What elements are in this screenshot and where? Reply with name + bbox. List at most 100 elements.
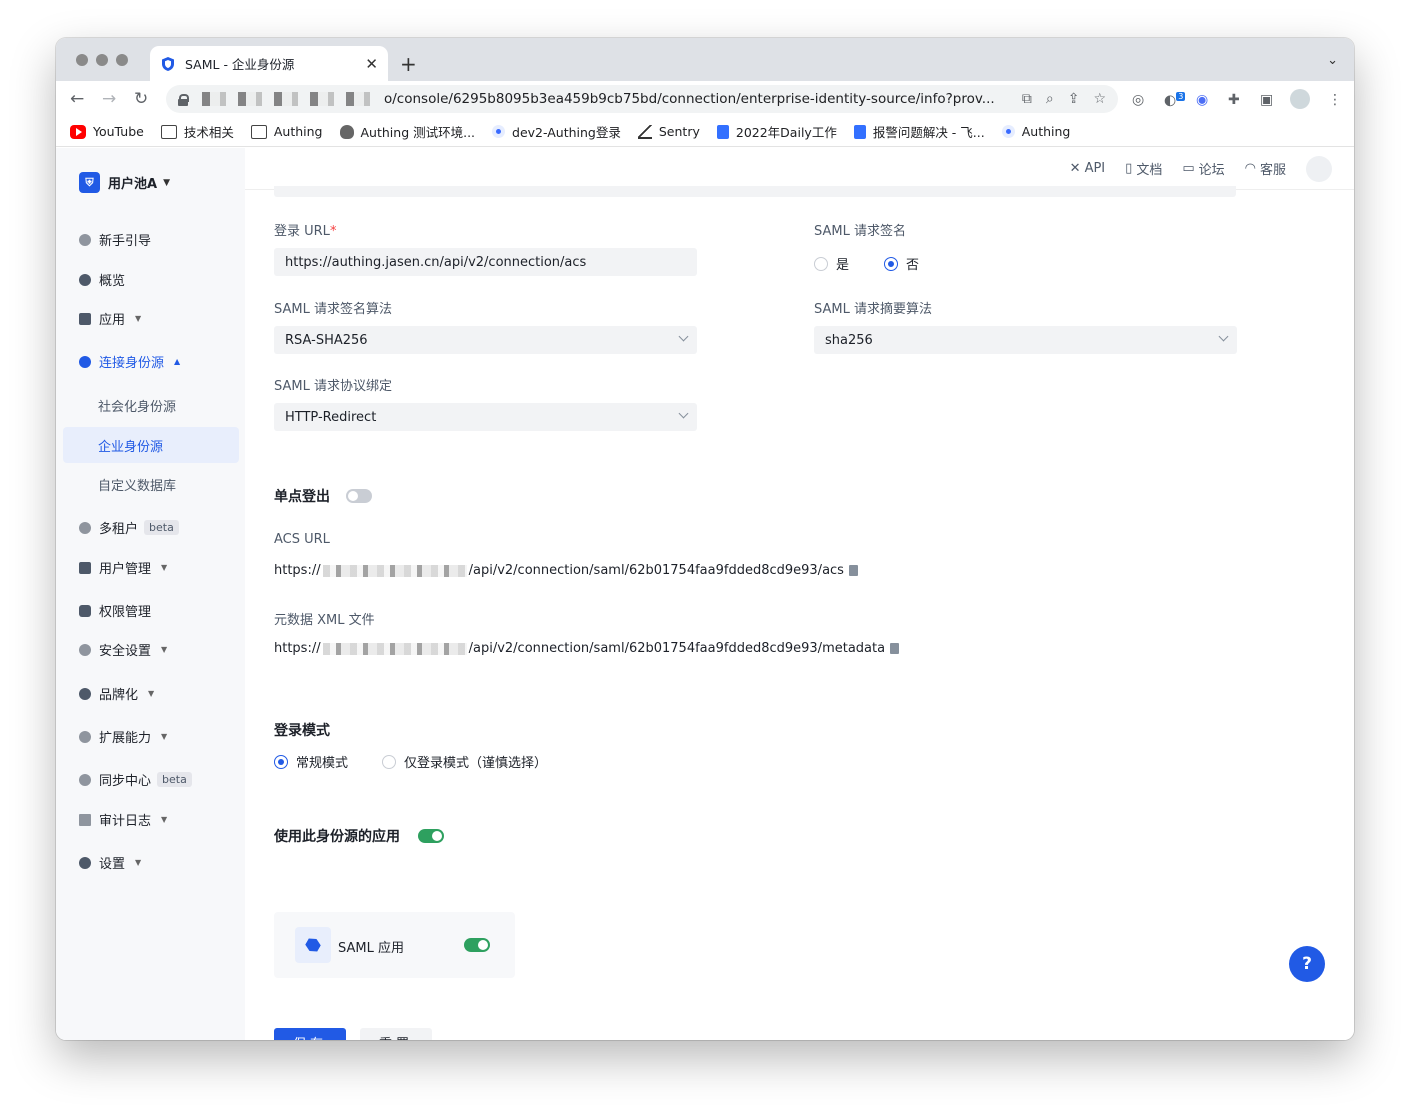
extension-badge: 3	[1176, 92, 1186, 101]
sidepanel-icon[interactable]: ▣	[1260, 92, 1273, 108]
sync-icon	[79, 773, 91, 786]
bookmark-link[interactable]: Authing 测试环境...	[339, 122, 475, 141]
close-icon[interactable]: ✕	[365, 55, 378, 73]
binding-select[interactable]: HTTP-Redirect	[274, 403, 697, 431]
slo-title: 单点登出	[274, 489, 330, 505]
forward-arrow-icon[interactable]: →	[102, 89, 116, 109]
bookmark-link[interactable]: Sentry	[637, 124, 700, 139]
login-url-label: 登录 URL*	[274, 224, 337, 239]
close-window-button[interactable]	[76, 54, 88, 66]
bookmark-folder[interactable]: Authing	[250, 124, 323, 139]
sidebar-item-custom-db[interactable]: 自定义数据库	[56, 475, 245, 494]
doc-icon	[716, 124, 729, 139]
acs-url-value: https:///api/v2/connection/saml/62b01754…	[274, 563, 858, 578]
sidebar-item-enterprise-idp[interactable]: 企业身份源	[63, 427, 239, 463]
log-icon	[79, 813, 91, 826]
more-menu-icon[interactable]: ⋮	[1328, 92, 1342, 108]
digest-algo-select[interactable]: sha256	[814, 326, 1237, 354]
bookmark-link[interactable]: Authing	[1001, 124, 1070, 139]
lock-icon	[79, 604, 91, 617]
sidebar-item-overview[interactable]: 概览	[56, 270, 245, 289]
forum-link[interactable]: ▭ 论坛	[1182, 159, 1224, 178]
sidebar-item-audit-log[interactable]: 审计日志 ▼	[56, 810, 245, 829]
save-button[interactable]: 保存	[274, 1028, 346, 1040]
app-name: SAML 应用	[338, 941, 404, 956]
chevron-down-icon	[678, 331, 689, 342]
sidebar-item-branding[interactable]: 品牌化 ▼	[56, 684, 245, 703]
chevron-down-icon	[1218, 331, 1229, 342]
sidebar-item-apps[interactable]: 应用 ▼	[56, 309, 245, 328]
minimize-window-button[interactable]	[96, 54, 108, 66]
sidebar-item-users[interactable]: 用户管理 ▼	[56, 558, 245, 577]
reset-button[interactable]: 重置	[360, 1028, 432, 1040]
translate-icon[interactable]: ⧉	[1022, 91, 1032, 107]
star-icon[interactable]: ☆	[1093, 91, 1106, 107]
bookmark-link[interactable]: 2022年Daily工作	[716, 122, 837, 141]
gear-icon	[79, 856, 91, 869]
chevron-down-icon[interactable]: ⌄	[1327, 53, 1338, 68]
sign-no-radio[interactable]: 否	[884, 254, 919, 273]
binding-label: SAML 请求协议绑定	[274, 379, 392, 394]
extension-icon[interactable]: ◐ 3	[1164, 92, 1186, 109]
docs-link[interactable]: ▯ 文档	[1125, 159, 1162, 178]
metadata-label: 元数据 XML 文件	[274, 613, 375, 628]
login-url-input[interactable]: https://authing.jasen.cn/api/v2/connecti…	[274, 248, 697, 276]
bookmark-link[interactable]: dev2-Authing登录	[492, 122, 621, 141]
caret-down-icon: ▼	[161, 732, 168, 741]
bookmark-link[interactable]: 报警问题解决 - 飞...	[853, 122, 985, 141]
sidebar-item-connections[interactable]: 连接身份源 ▲	[56, 352, 245, 371]
sidebar-item-social-idp[interactable]: 社会化身份源	[56, 396, 245, 415]
sign-request-label: SAML 请求签名	[814, 224, 906, 239]
sign-algo-select[interactable]: RSA-SHA256	[274, 326, 697, 354]
zoom-icon[interactable]: ⌕	[1046, 91, 1054, 107]
robot-avatar[interactable]	[1306, 155, 1332, 182]
youtube-icon	[70, 124, 86, 139]
zoom-window-button[interactable]	[116, 54, 128, 66]
app-card: SAML 应用	[274, 912, 515, 978]
api-link[interactable]: ✕ API	[1070, 161, 1105, 176]
redacted-host	[322, 564, 467, 577]
sign-algo-label: SAML 请求签名算法	[274, 302, 392, 317]
app-area: ⛨ 用户池A ▼ 新手引导 概览 应用 ▼ 连接身份源 ▲ 社会化身份源 企业身份源…	[56, 148, 1354, 1040]
copy-icon[interactable]	[848, 565, 858, 576]
bookmark-youtube[interactable]: YouTube	[70, 124, 144, 139]
user-pool-switcher[interactable]: ⛨ 用户池A ▼	[79, 172, 170, 193]
sidebar-item-permissions[interactable]: 权限管理	[56, 601, 245, 620]
sidebar-item-security[interactable]: 安全设置 ▼	[56, 640, 245, 659]
sidebar-item-tenants[interactable]: 多租户 beta	[56, 518, 245, 537]
tenant-icon	[79, 521, 91, 534]
extension-icon[interactable]: ◉	[1196, 92, 1208, 108]
share-icon[interactable]: ⇪	[1068, 91, 1080, 107]
new-tab-button[interactable]: +	[400, 52, 417, 76]
address-bar[interactable]: o/console/6295b8095b3ea459b9cb75bd/conne…	[166, 85, 1118, 113]
slo-switch[interactable]	[346, 489, 372, 503]
help-button[interactable]: ?	[1289, 946, 1325, 982]
extension-icon	[79, 730, 91, 743]
back-arrow-icon[interactable]: ←	[70, 89, 84, 109]
users-icon	[79, 561, 91, 574]
copy-icon[interactable]	[890, 643, 900, 654]
caret-down-icon: ▼	[148, 689, 155, 698]
mode-normal-radio[interactable]: 常规模式	[274, 752, 348, 771]
browser-tab[interactable]: SAML - 企业身份源 ✕	[150, 46, 388, 81]
sidebar-item-settings[interactable]: 设置 ▼	[56, 853, 245, 872]
support-link[interactable]: ◠ 客服	[1245, 159, 1286, 178]
sidebar-item-extensions[interactable]: 扩展能力 ▼	[56, 727, 245, 746]
apps-switch[interactable]	[418, 829, 444, 843]
browser-toolbar: ← → ↻ o/console/6295b8095b3ea459b9cb75bd…	[56, 81, 1354, 117]
share-icon	[79, 355, 91, 368]
textarea-field[interactable]	[274, 186, 1236, 197]
mode-login-only-radio[interactable]: 仅登录模式（谨慎选择）	[382, 752, 547, 771]
reload-icon[interactable]: ↻	[134, 89, 148, 109]
caret-down-icon: ▼	[135, 314, 142, 323]
bookmark-folder[interactable]: 技术相关	[160, 122, 234, 141]
sidebar-item-guide[interactable]: 新手引导	[56, 230, 245, 249]
caret-down-icon: ▼	[135, 858, 142, 867]
sidebar-item-sync[interactable]: 同步中心 beta	[56, 770, 245, 789]
bug-icon	[339, 124, 354, 139]
profile-avatar[interactable]	[1290, 89, 1310, 109]
extension-icon[interactable]: ◎	[1132, 92, 1144, 108]
puzzle-icon[interactable]: ✚	[1228, 92, 1240, 108]
app-switch[interactable]	[464, 938, 490, 952]
sign-yes-radio[interactable]: 是	[814, 254, 849, 273]
